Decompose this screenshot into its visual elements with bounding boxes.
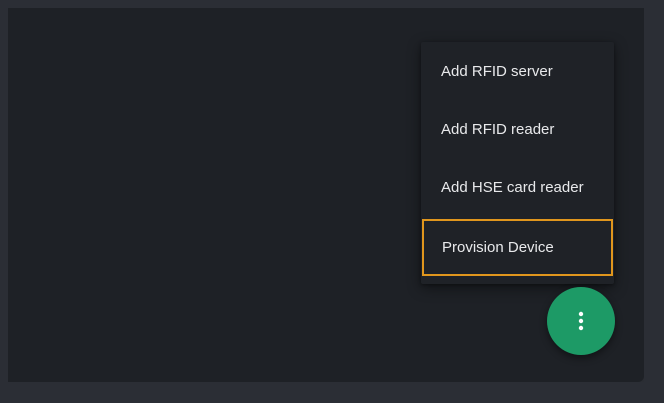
page-frame-bottom <box>0 382 664 403</box>
menu-item-add-hse-card-reader[interactable]: Add HSE card reader <box>421 158 614 216</box>
speed-dial-menu: Add RFID server Add RFID reader Add HSE … <box>421 42 614 284</box>
page-frame-left <box>0 0 8 403</box>
more-actions-fab[interactable] <box>547 287 615 355</box>
menu-item-label: Provision Device <box>442 239 554 256</box>
menu-item-provision-device[interactable]: Provision Device <box>422 219 613 276</box>
menu-item-label: Add HSE card reader <box>441 178 584 196</box>
page-frame-right <box>644 0 664 403</box>
more-vertical-icon <box>578 311 584 331</box>
menu-item-add-rfid-reader[interactable]: Add RFID reader <box>421 100 614 158</box>
page-frame-top <box>0 0 664 8</box>
menu-item-label: Add RFID reader <box>441 120 555 138</box>
menu-item-add-rfid-server[interactable]: Add RFID server <box>421 42 614 100</box>
menu-item-label: Add RFID server <box>441 62 553 80</box>
